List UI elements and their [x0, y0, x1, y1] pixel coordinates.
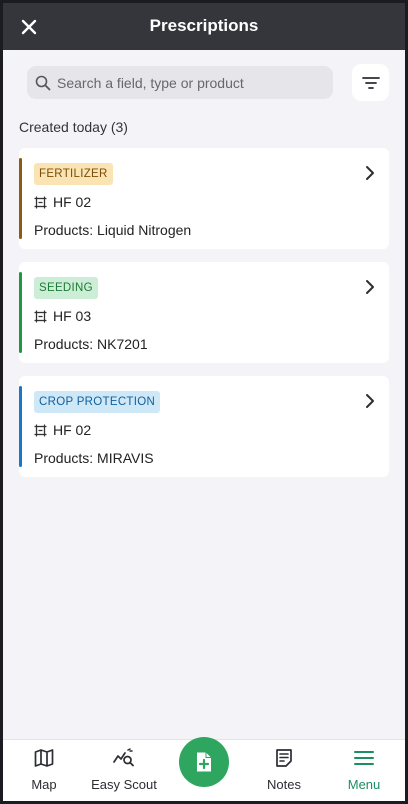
- chevron-right-icon: [363, 164, 377, 182]
- prescription-card[interactable]: FERTILIZER HF 02 Products: Liquid Nitrog…: [19, 148, 389, 249]
- type-color-bar: [19, 386, 22, 467]
- field-name: HF 02: [53, 194, 92, 210]
- type-badge: FERTILIZER: [34, 163, 113, 185]
- type-badge: CROP PROTECTION: [34, 391, 161, 413]
- app-frame: Prescriptions Created today (3) FERTILIZ…: [3, 3, 405, 801]
- type-badge: SEEDING: [34, 277, 98, 299]
- prescription-card[interactable]: CROP PROTECTION HF 02 Products: MIRAVIS: [19, 376, 389, 477]
- filter-icon: [361, 76, 380, 89]
- field-row: HF 03: [34, 308, 91, 324]
- prescription-card[interactable]: SEEDING HF 03 Products: NK7201: [19, 262, 389, 363]
- nav-label: Notes: [267, 777, 301, 792]
- nav-item-menu[interactable]: Menu: [333, 740, 395, 801]
- section-title: Created today (3): [19, 119, 128, 135]
- add-prescription-button[interactable]: [179, 737, 229, 787]
- nav-label: Menu: [347, 777, 381, 792]
- page-title: Prescriptions: [149, 16, 259, 35]
- nav-item-notes[interactable]: Notes: [253, 740, 315, 801]
- nav-label: Map: [31, 777, 57, 792]
- search-icon: [35, 75, 51, 91]
- filter-button[interactable]: [352, 64, 389, 101]
- search-input[interactable]: [57, 74, 327, 91]
- field-name: HF 02: [53, 422, 92, 438]
- field-icon: [34, 424, 47, 437]
- menu-icon: [354, 747, 374, 769]
- products-text: Products: NK7201: [34, 336, 148, 352]
- chevron-right-icon: [363, 392, 377, 410]
- notes-icon: [275, 747, 293, 769]
- type-color-bar: [19, 158, 22, 239]
- nav-item-easy-scout[interactable]: Easy Scout: [85, 740, 163, 801]
- map-icon: [34, 747, 54, 769]
- scout-icon: [113, 747, 135, 769]
- nav-label: Easy Scout: [91, 777, 157, 792]
- products-text: Products: MIRAVIS: [34, 450, 154, 466]
- products-text: Products: Liquid Nitrogen: [34, 222, 192, 238]
- field-name: HF 03: [53, 308, 92, 324]
- add-file-icon: [197, 752, 211, 772]
- chevron-right-icon: [363, 278, 377, 296]
- search-bar[interactable]: [27, 66, 333, 99]
- nav-item-map[interactable]: Map: [13, 740, 75, 801]
- field-row: HF 02: [34, 422, 91, 438]
- field-row: HF 02: [34, 194, 91, 210]
- field-icon: [34, 310, 47, 323]
- header-bar: Prescriptions: [3, 3, 405, 50]
- type-color-bar: [19, 272, 22, 353]
- field-icon: [34, 196, 47, 209]
